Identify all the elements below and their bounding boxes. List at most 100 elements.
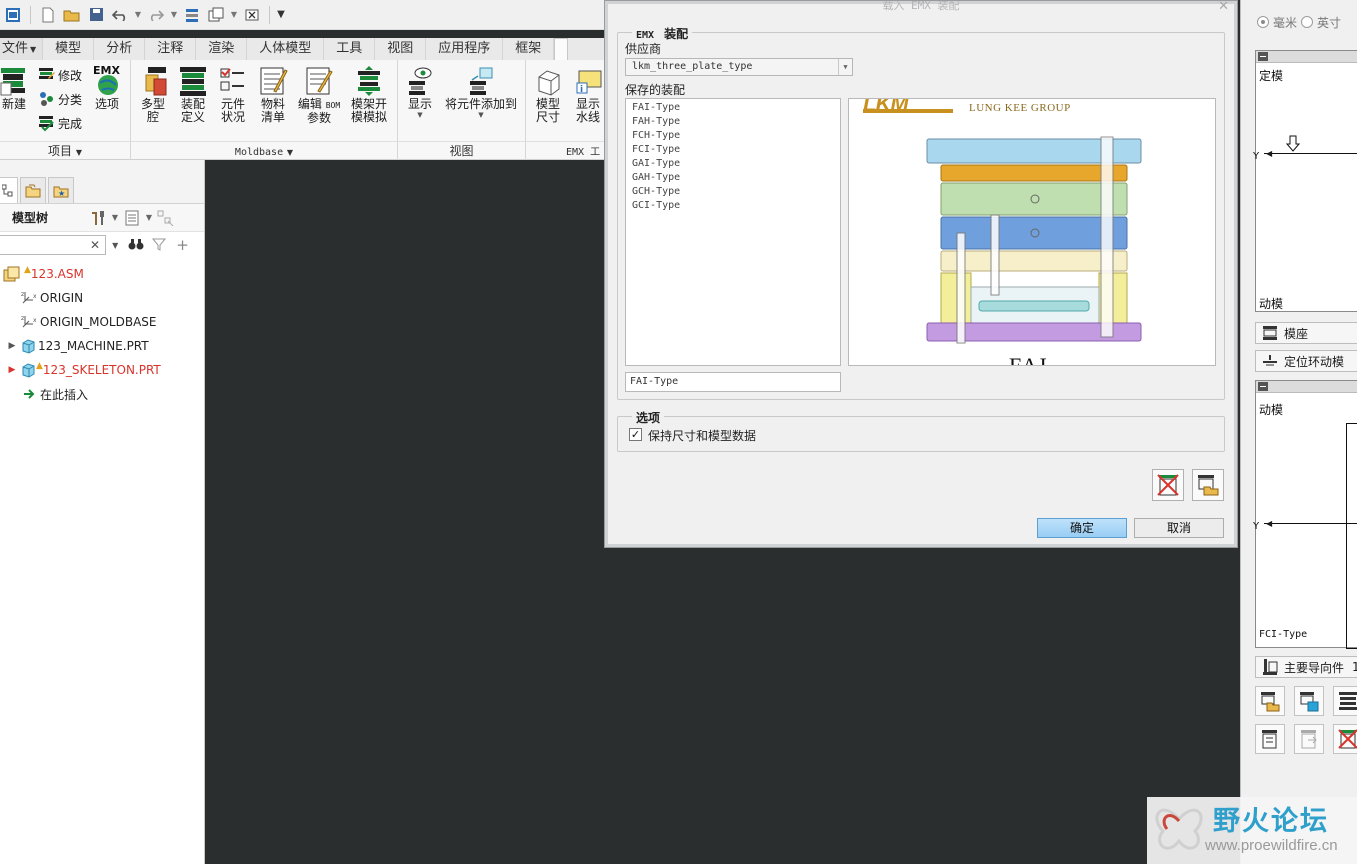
save-icon[interactable] — [85, 4, 107, 26]
saved-assemblies-list[interactable]: FAI-Type FAH-Type FCH-Type FCI-Type GAI-… — [625, 98, 841, 366]
tab-framework[interactable]: 框架 — [503, 38, 555, 60]
edit-bom-parameters-button[interactable]: 编辑 BOM 参数 — [298, 64, 340, 125]
show-options-icon[interactable] — [120, 207, 144, 229]
tree-filter-grid-icon[interactable] — [154, 207, 178, 229]
list-item[interactable]: FCI-Type — [632, 143, 834, 157]
redo-dropdown-icon[interactable]: ▼ — [169, 10, 179, 19]
list-item[interactable]: GAH-Type — [632, 171, 834, 185]
tab-applications[interactable]: 应用程序 — [426, 38, 504, 60]
navigator-panel: ★ 模型树 ▼ ▼ ✕ ▼ + ▲ 123.ASM x z ORIGIN x z… — [0, 160, 205, 864]
tree-expander[interactable]: ▶ — [6, 341, 18, 351]
tab-model[interactable]: 模型 — [43, 38, 95, 60]
tree-row-origin-moldbase[interactable]: xz ORIGIN_MOLDBASE — [0, 310, 204, 334]
component-status-button[interactable]: 元件 状况 — [213, 64, 253, 124]
emx-globe-icon: EMX — [92, 64, 122, 98]
filter-icon[interactable] — [152, 237, 167, 254]
model-tree: ▲ 123.ASM xz ORIGIN xz ORIGIN_MOLDBASE ▶… — [0, 262, 204, 406]
load-assembly-button[interactable] — [1255, 686, 1285, 716]
save-assembly-button[interactable] — [1294, 686, 1324, 716]
tree-row-123-skeleton-prt[interactable]: ▶ ▲ 123_SKELETON.PRT — [0, 358, 204, 382]
close-window-icon[interactable] — [241, 4, 263, 26]
template-assembly-button[interactable] — [1255, 724, 1285, 754]
fixed-half-preview[interactable]: 定模 Y ◀ 动模 — [1253, 50, 1357, 312]
list-item[interactable]: FAI-Type — [632, 101, 834, 115]
chevron-down-icon[interactable]: ▼ — [112, 241, 118, 250]
tab-analysis[interactable]: 分析 — [94, 38, 146, 60]
tab-manikin[interactable]: 人体模型 — [247, 38, 325, 60]
tree-settings-icon[interactable] — [86, 207, 110, 229]
tree-row-123-asm[interactable]: ▲ 123.ASM — [0, 262, 204, 286]
classify-button[interactable]: 分类 — [38, 88, 82, 110]
keep-dimensions-checkbox[interactable]: ✓ — [629, 428, 642, 441]
preview-caption: FAI — [1009, 353, 1049, 366]
modify-button[interactable]: 修改 — [38, 64, 82, 86]
main-guide-button[interactable]: 主要导向件 1 — [1255, 656, 1357, 678]
cancel-button[interactable]: 取消 — [1134, 518, 1224, 538]
list-item[interactable]: FCH-Type — [632, 129, 834, 143]
customize-toolbar-icon[interactable]: ▼ — [276, 9, 286, 20]
vendor-select[interactable]: lkm_three_plate_type ▼ — [625, 58, 853, 76]
list-assembly-button[interactable] — [1333, 686, 1357, 716]
new-file-icon[interactable] — [37, 4, 59, 26]
multi-cavity-button[interactable]: 多型腔 — [133, 64, 173, 124]
undo-dropdown-icon[interactable]: ▼ — [133, 10, 143, 19]
delete-assembly-button[interactable] — [1152, 469, 1184, 501]
ok-button[interactable]: 确定 — [1037, 518, 1127, 538]
pull-direction-icon — [1285, 135, 1301, 156]
list-item[interactable]: FAH-Type — [632, 115, 834, 129]
close-icon[interactable]: ✕ — [1218, 0, 1229, 14]
bom-button[interactable]: 物料 清单 — [253, 64, 293, 124]
assembly-name-input[interactable]: FAI-Type — [625, 372, 841, 392]
tree-item-label: 123_MACHINE.PRT — [38, 339, 149, 353]
finish-button[interactable]: 完成 — [38, 112, 82, 134]
redo-icon[interactable] — [145, 4, 167, 26]
group-label-emx-tools: EMX 工 — [526, 141, 604, 158]
list-item[interactable]: GCH-Type — [632, 185, 834, 199]
tree-row-123-machine-prt[interactable]: ▶ 123_MACHINE.PRT — [0, 334, 204, 358]
assembly-definition-button[interactable]: 装配 定义 — [173, 64, 213, 124]
tab-render[interactable]: 渲染 — [196, 38, 248, 60]
clear-search-icon[interactable]: ✕ — [90, 238, 100, 252]
moldbase-button[interactable]: 模座 — [1255, 322, 1357, 344]
tree-row-insert-here[interactable]: 在此插入 — [0, 382, 204, 406]
tab-folder-browser[interactable] — [20, 177, 46, 203]
unit-mm-radio[interactable] — [1257, 16, 1269, 28]
tree-expander[interactable]: ▶ — [6, 365, 18, 375]
list-item[interactable]: GCI-Type — [632, 199, 834, 213]
chevron-down-icon[interactable]: ▼ — [144, 207, 154, 229]
chevron-down-icon[interactable]: ▼ — [110, 207, 120, 229]
tab-file[interactable]: 文件 ▼ — [0, 38, 44, 60]
mold-opening-simulation-button[interactable]: 模架开 模模拟 — [349, 64, 389, 124]
tree-row-origin[interactable]: xz ORIGIN — [0, 286, 204, 310]
find-binoculars-icon[interactable] — [128, 237, 144, 254]
display-button[interactable]: 显示 ▼ — [400, 64, 440, 119]
assembly-arrange-button[interactable] — [1294, 724, 1324, 754]
collapse-fixed-half[interactable] — [1256, 51, 1357, 63]
open-folder-icon[interactable] — [61, 4, 83, 26]
unit-inch-radio[interactable] — [1301, 16, 1314, 28]
tab-view[interactable]: 视图 — [375, 38, 427, 60]
new-project-button[interactable]: 新建 — [0, 64, 34, 111]
add-component-to-button[interactable]: 将元件添加到 ▼ — [445, 64, 517, 119]
windows-dropdown-icon[interactable]: ▼ — [229, 10, 239, 19]
moving-half-preview[interactable]: 动模 Y ◀ FCI-Type — [1253, 380, 1357, 649]
delete-assembly-button[interactable] — [1333, 724, 1357, 754]
options-button[interactable]: EMX 选项 — [87, 64, 127, 111]
moving-half-outline — [1346, 423, 1357, 649]
locating-ring-button[interactable]: 定位环动模 — [1255, 350, 1357, 372]
open-assembly-button[interactable] — [1192, 469, 1224, 501]
tab-tools[interactable]: 工具 — [324, 38, 376, 60]
show-waterline-button[interactable]: i 显示 水线 — [568, 64, 604, 124]
undo-icon[interactable] — [109, 4, 131, 26]
collapse-moving-half[interactable] — [1256, 381, 1357, 393]
add-icon[interactable]: + — [176, 236, 189, 254]
list-item[interactable]: GAI-Type — [632, 157, 834, 171]
tab-emx[interactable] — [554, 38, 569, 60]
regenerate-icon[interactable] — [181, 4, 203, 26]
tab-annotate[interactable]: 注释 — [145, 38, 197, 60]
tab-model-tree[interactable] — [0, 177, 18, 203]
mold-size-button[interactable]: 模型 尺寸 — [528, 64, 568, 124]
tab-favorites[interactable]: ★ — [48, 177, 74, 203]
window-icon[interactable] — [2, 4, 24, 26]
windows-icon[interactable] — [205, 4, 227, 26]
